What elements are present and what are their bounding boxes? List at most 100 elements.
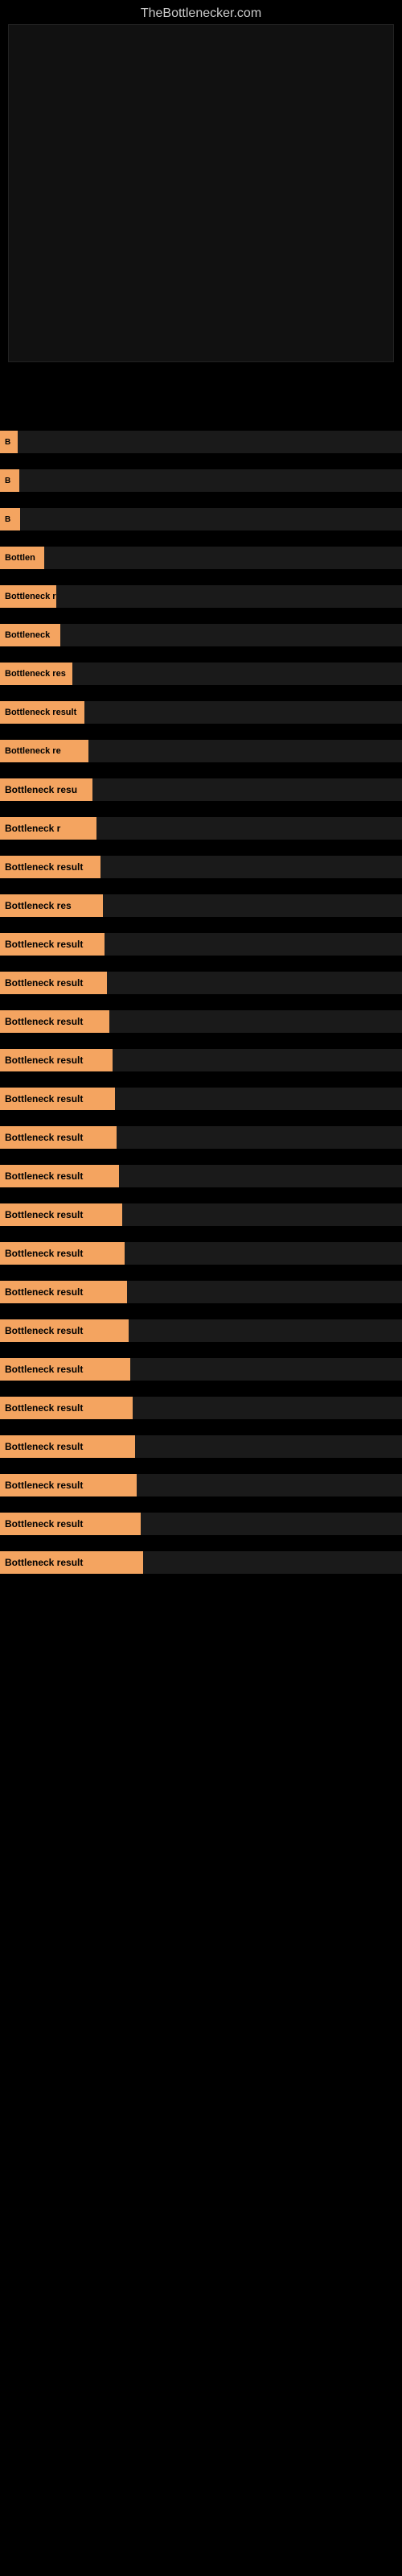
row-spacer [0, 1154, 402, 1161]
result-label: Bottleneck result [0, 1049, 113, 1071]
result-bar [141, 1513, 402, 1535]
result-row: B [0, 465, 402, 496]
result-row: Bottleneck result [0, 1084, 402, 1114]
result-bar [44, 547, 402, 569]
result-bar [20, 508, 402, 530]
result-bar [100, 856, 402, 878]
result-row: Bottleneck result [0, 1277, 402, 1307]
top-spacer [0, 362, 402, 411]
row-spacer [0, 459, 402, 465]
result-label: B [0, 469, 19, 492]
result-row: Bottleneck resu [0, 774, 402, 805]
result-bar [129, 1319, 402, 1342]
result-bar [133, 1397, 402, 1419]
row-spacer [0, 1038, 402, 1045]
result-row: Bottleneck result [0, 697, 402, 728]
result-row: Bottleneck result [0, 1045, 402, 1075]
result-row: Bottleneck result [0, 1547, 402, 1578]
row-spacer [0, 691, 402, 697]
result-label: B [0, 508, 20, 530]
row-spacer [0, 729, 402, 736]
result-row: Bottleneck [0, 620, 402, 650]
row-spacer [0, 536, 402, 543]
result-row: Bottleneck result [0, 929, 402, 960]
result-row: Bottleneck result [0, 1006, 402, 1037]
result-bar [122, 1203, 402, 1226]
result-row: Bottleneck result [0, 1199, 402, 1230]
result-bar [107, 972, 402, 994]
result-label: Bottleneck resu [0, 778, 92, 801]
result-label: Bottleneck [0, 624, 60, 646]
result-label: Bottleneck result [0, 1242, 125, 1265]
result-label: B [0, 431, 18, 453]
row-spacer [0, 1309, 402, 1315]
result-bar [105, 933, 402, 956]
result-label: Bottleneck result [0, 1435, 135, 1458]
result-label: Bottleneck re [0, 740, 88, 762]
result-bar [103, 894, 402, 917]
row-spacer [0, 652, 402, 658]
result-label: Bottleneck result [0, 972, 107, 994]
result-bar [72, 663, 402, 685]
result-row: Bottleneck res [0, 890, 402, 921]
result-row: Bottleneck result [0, 1509, 402, 1539]
result-bar [113, 1049, 402, 1071]
result-bar [119, 1165, 402, 1187]
result-bar [125, 1242, 402, 1265]
result-label: Bottleneck result [0, 1513, 141, 1535]
row-spacer [0, 1000, 402, 1006]
site-title: TheBottlenecker.com [0, 0, 402, 24]
result-row: Bottleneck result [0, 1393, 402, 1423]
result-bar [19, 469, 402, 492]
result-bar [109, 1010, 402, 1033]
row-spacer [0, 1193, 402, 1199]
result-bar [115, 1088, 402, 1110]
result-row: B [0, 427, 402, 457]
result-label: Bottleneck res [0, 663, 72, 685]
result-row: Bottlen [0, 543, 402, 573]
result-row: Bottleneck re [0, 736, 402, 766]
result-label: Bottleneck result [0, 1358, 130, 1381]
result-row: Bottleneck result [0, 852, 402, 882]
result-label: Bottleneck result [0, 1088, 115, 1110]
row-spacer [0, 807, 402, 813]
row-spacer [0, 1116, 402, 1122]
result-bar [130, 1358, 402, 1381]
result-row: Bottleneck result [0, 1470, 402, 1501]
result-bar [127, 1281, 402, 1303]
result-bar [143, 1551, 402, 1574]
row-spacer [0, 884, 402, 890]
result-label: Bottleneck result [0, 1551, 143, 1574]
result-row: Bottleneck r [0, 581, 402, 612]
result-row: Bottleneck res [0, 658, 402, 689]
row-spacer [0, 1232, 402, 1238]
result-row: Bottleneck result [0, 1431, 402, 1462]
result-label: Bottleneck result [0, 1010, 109, 1033]
site-header: TheBottlenecker.com [0, 0, 402, 24]
result-bar [56, 585, 402, 608]
row-spacer [0, 1077, 402, 1084]
result-row: Bottleneck result [0, 1122, 402, 1153]
result-row: B [0, 504, 402, 535]
row-spacer [0, 1270, 402, 1277]
result-row: Bottleneck result [0, 1354, 402, 1385]
row-spacer [0, 1463, 402, 1470]
result-bar [60, 624, 402, 646]
result-bar [117, 1126, 402, 1149]
result-label: Bottleneck result [0, 1165, 119, 1187]
result-label: Bottleneck r [0, 585, 56, 608]
result-label: Bottleneck r [0, 817, 96, 840]
results-container: BBBBottlenBottleneck rBottleneckBottlene… [0, 427, 402, 1586]
result-label: Bottleneck result [0, 1319, 129, 1342]
result-bar [96, 817, 402, 840]
row-spacer [0, 845, 402, 852]
result-row: Bottleneck result [0, 1315, 402, 1346]
row-spacer [0, 1579, 402, 1586]
result-row: Bottleneck result [0, 1161, 402, 1191]
result-bar [84, 701, 402, 724]
result-row: Bottleneck result [0, 1238, 402, 1269]
result-row: Bottleneck r [0, 813, 402, 844]
row-spacer [0, 923, 402, 929]
result-label: Bottleneck result [0, 933, 105, 956]
row-spacer [0, 613, 402, 620]
